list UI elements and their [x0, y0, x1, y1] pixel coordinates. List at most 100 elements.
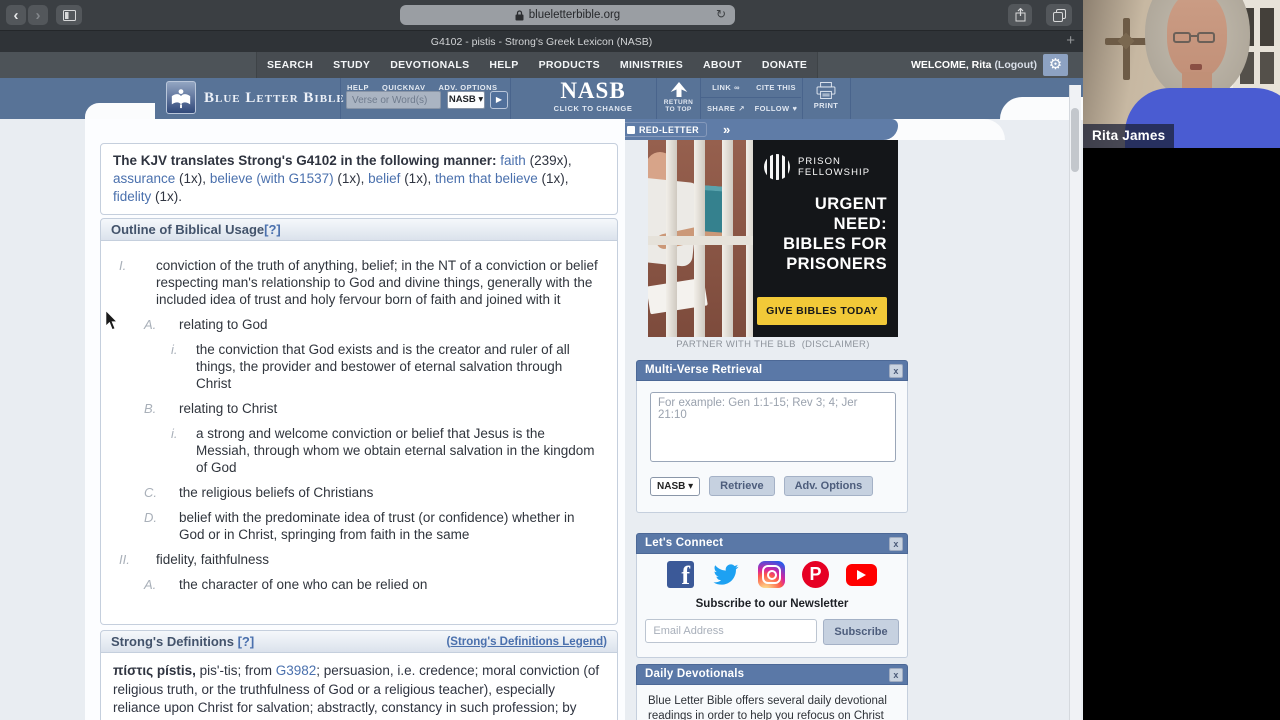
strongs-ref-link[interactable]: G3982 — [276, 663, 317, 678]
nav-item-search[interactable]: SEARCH — [257, 52, 323, 78]
usage-link[interactable]: faith — [500, 153, 526, 168]
outline-item: I. conviction of the truth of anything, b… — [119, 258, 598, 307]
brand-name[interactable]: Blue Letter Bible — [204, 78, 345, 119]
speaker-name-label: Rita James — [1083, 124, 1175, 148]
multiverse-version-select[interactable]: NASB ▾ — [650, 476, 701, 496]
verse-search-input[interactable] — [346, 91, 441, 109]
new-tab-button[interactable]: + — [1066, 31, 1075, 51]
browser-share-button[interactable] — [1008, 4, 1032, 26]
version-select[interactable]: NASB ▾ — [447, 91, 485, 109]
retrieve-button[interactable]: Retrieve — [709, 476, 775, 496]
tabs-icon — [1052, 8, 1066, 22]
facebook-icon[interactable]: f — [667, 561, 694, 588]
usage-link[interactable]: them that believe — [435, 171, 538, 186]
multiverse-input[interactable] — [650, 392, 896, 462]
browser-back-button[interactable]: ‹ — [6, 5, 26, 25]
active-tab[interactable]: G4102 - pistis - Strong's Greek Lexicon … — [0, 31, 1083, 53]
prison-fellowship-brand: PRISON FELLOWSHIP — [764, 154, 887, 180]
play-icon: ▶ — [495, 95, 503, 104]
instagram-icon[interactable] — [758, 561, 785, 588]
print-label: PRINT — [813, 101, 839, 110]
browser-forward-button[interactable]: › — [28, 5, 48, 25]
close-icon[interactable]: x — [889, 537, 903, 551]
welcome-text: WELCOME, Rita — [911, 59, 995, 71]
definitions-help-link[interactable]: [?] — [238, 634, 255, 649]
search-go-button[interactable]: ▶ — [490, 91, 508, 109]
page-scrollbar-thumb[interactable] — [1071, 108, 1079, 172]
address-bar[interactable]: blueletterbible.org ↻ — [400, 5, 735, 25]
header-divider — [510, 78, 511, 119]
usage-link[interactable]: assurance — [113, 171, 175, 186]
page-scrollbar-track[interactable] — [1069, 85, 1081, 720]
print-button[interactable]: PRINT — [802, 78, 850, 119]
header-divider — [340, 78, 341, 119]
share-icon — [1015, 8, 1025, 22]
usage-count: (239x), — [525, 153, 572, 168]
return-to-top-button[interactable]: RETURN TO TOP — [657, 78, 700, 119]
kjv-lead: The KJV translates Strong's G4102 in the… — [113, 153, 501, 168]
header-action-grid: LINK ∞ CITE THIS SHARE ↗ FOLLOW ♥ — [701, 78, 801, 119]
sidebar-icon — [62, 9, 76, 21]
outline-item: II. fidelity, faithfulness — [119, 552, 270, 567]
current-version[interactable]: NASB CLICK TO CHANGE — [533, 78, 653, 119]
link-label: LINK — [712, 83, 732, 92]
adv-options-button[interactable]: Adv. Options — [783, 476, 874, 496]
definition-text: pis'-tis; from — [195, 663, 276, 678]
chain-icon: ∞ — [734, 83, 740, 92]
multiverse-buttons: NASB ▾ Retrieve Adv. Options — [650, 476, 894, 496]
webcam-video[interactable]: Rita James — [1083, 0, 1280, 148]
nav-item-donate[interactable]: DONATE — [752, 52, 817, 78]
pinterest-icon[interactable]: P — [802, 561, 829, 588]
nav-item-study[interactable]: STUDY — [323, 52, 380, 78]
follow-button[interactable]: FOLLOW ♥ — [751, 98, 801, 118]
give-bibles-button[interactable]: GIVE BIBLES TODAY — [757, 297, 887, 325]
site-navbar: SEARCH STUDY DEVOTIONALS HELP PRODUCTS M… — [0, 52, 1083, 78]
nav-item-ministries[interactable]: MINISTRIES — [610, 52, 693, 78]
red-letter-label: RED-LETTER — [638, 124, 699, 135]
close-icon[interactable]: x — [889, 364, 903, 378]
ad-headline: URGENT NEED: BIBLES FOR PRISONERS — [783, 195, 887, 273]
prison-fellowship-logo-icon — [764, 154, 790, 180]
nav-item-help[interactable]: HELP — [479, 52, 528, 78]
usage-link[interactable]: believe (with G1537) — [210, 171, 334, 186]
newsletter-heading: Subscribe to our Newsletter — [695, 598, 849, 610]
blb-logo[interactable] — [166, 81, 196, 114]
nav-item-devotionals[interactable]: DEVOTIONALS — [380, 52, 479, 78]
connect-widget-header: Let's Connect x — [636, 533, 908, 554]
nav-item-about[interactable]: ABOUT — [693, 52, 752, 78]
toolbar-next-icon[interactable]: » — [723, 122, 730, 137]
header-divider — [850, 78, 851, 119]
share-button[interactable]: SHARE ↗ — [701, 98, 751, 118]
prison-fellowship-ad[interactable]: PRISON FELLOWSHIP URGENT NEED: BIBLES FOR… — [648, 140, 898, 337]
wall-cross — [1105, 18, 1149, 82]
browser-tabs-button[interactable] — [1046, 4, 1072, 26]
usage-link[interactable]: belief — [368, 171, 400, 186]
subscribe-button[interactable]: Subscribe — [823, 619, 899, 645]
twitter-icon[interactable] — [711, 562, 741, 587]
speaker-glasses — [1173, 32, 1221, 44]
outline-item: i. a strong and welcome conviction or bel… — [171, 426, 595, 475]
outline-section-header: Outline of Biblical Usage [?] — [100, 218, 618, 241]
definitions-legend-link[interactable]: (Strong's Definitions Legend) — [446, 636, 607, 648]
red-letter-toggle[interactable]: RED-LETTER — [618, 122, 707, 137]
close-icon[interactable]: x — [889, 668, 903, 682]
logout-link[interactable]: (Logout) — [994, 59, 1037, 71]
usage-link[interactable]: fidelity — [113, 189, 151, 204]
browser-chrome-bar: ‹ › blueletterbible.org ↻ — [0, 0, 1083, 30]
open-book-lamp-icon — [171, 88, 191, 108]
refresh-icon[interactable]: ↻ — [716, 7, 726, 21]
disclaimer-link[interactable]: (DISCLAIMER) — [802, 339, 870, 350]
link-button[interactable]: LINK ∞ — [701, 78, 751, 98]
cite-this-button[interactable]: CITE THIS — [751, 78, 801, 98]
multiverse-title: Multi-Verse Retrieval — [645, 364, 763, 376]
nav-item-products[interactable]: PRODUCTS — [529, 52, 610, 78]
connect-title: Let's Connect — [645, 537, 724, 549]
browser-sidebar-button[interactable] — [56, 5, 82, 25]
outline-help-link[interactable]: [?] — [264, 222, 281, 237]
devotionals-text: Blue Letter Bible offers several daily d… — [648, 695, 887, 720]
usage-count: (1x), — [400, 171, 435, 186]
youtube-icon[interactable] — [846, 563, 877, 586]
email-input[interactable] — [645, 619, 818, 643]
return-top-line2: TO TOP — [665, 106, 692, 113]
settings-button[interactable]: ⚙ — [1043, 54, 1068, 76]
